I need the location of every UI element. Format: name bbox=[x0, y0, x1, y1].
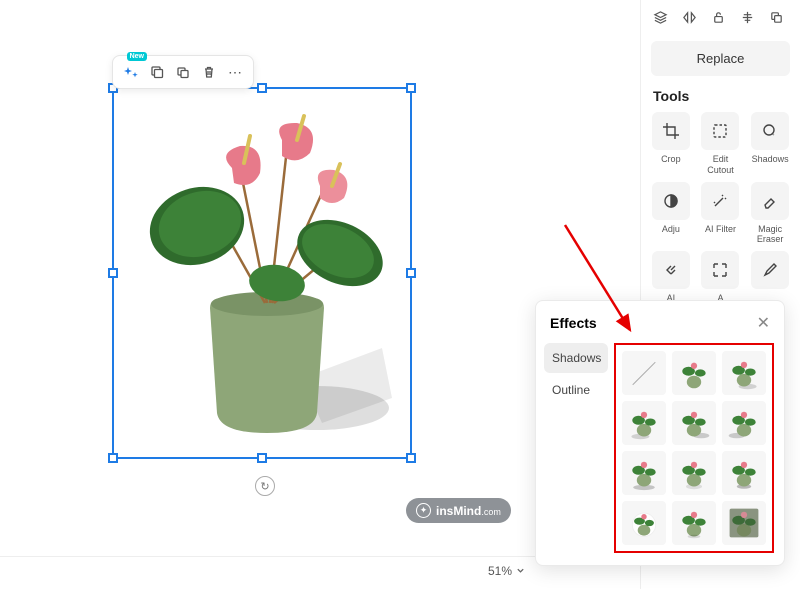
tab-shadows[interactable]: Shadows bbox=[544, 343, 608, 373]
effect-thumb[interactable] bbox=[722, 501, 766, 545]
resize-handle-t[interactable] bbox=[257, 83, 267, 93]
effect-thumb[interactable] bbox=[672, 501, 716, 545]
effect-thumb[interactable] bbox=[622, 501, 666, 545]
resize-handle-l[interactable] bbox=[108, 268, 118, 278]
layers-icon[interactable] bbox=[653, 10, 668, 29]
tool-label: Magic Eraser bbox=[757, 224, 784, 246]
zoom-value: 51% bbox=[488, 564, 512, 578]
tool-label: Edit Cutout bbox=[707, 154, 734, 176]
effect-thumb[interactable] bbox=[722, 451, 766, 495]
resize-handle-tr[interactable] bbox=[406, 83, 416, 93]
tool-edit-cutout[interactable]: Edit Cutout bbox=[699, 112, 743, 176]
tool-adjust[interactable]: Adju bbox=[649, 182, 693, 246]
cutout-icon bbox=[711, 122, 729, 140]
tool-label: Shadows bbox=[752, 154, 789, 165]
zoom-bar: 51% bbox=[0, 556, 535, 584]
duplicate-icon[interactable] bbox=[769, 10, 784, 29]
enhance-icon bbox=[662, 261, 680, 279]
tool-shadows[interactable]: Shadows bbox=[748, 112, 792, 176]
plant-image[interactable] bbox=[114, 89, 410, 457]
wand-icon bbox=[711, 192, 729, 210]
lock-icon[interactable] bbox=[711, 10, 726, 29]
resize-handle-br[interactable] bbox=[406, 453, 416, 463]
floating-toolbar: New ⋯ bbox=[112, 55, 254, 89]
effect-thumb[interactable] bbox=[622, 451, 666, 495]
replace-button[interactable]: Replace bbox=[651, 41, 790, 76]
watermark: ✦ insMind.com bbox=[406, 498, 511, 523]
shadows-icon bbox=[761, 122, 779, 140]
effect-thumb[interactable] bbox=[672, 401, 716, 445]
rail-action-row bbox=[641, 10, 800, 41]
copy-button[interactable] bbox=[145, 60, 169, 84]
extend-icon bbox=[711, 261, 729, 279]
tool-label: Crop bbox=[661, 154, 681, 165]
chevron-down-icon bbox=[516, 566, 525, 575]
effects-grid bbox=[622, 351, 766, 545]
watermark-brand: insMind bbox=[436, 504, 481, 518]
tab-outline[interactable]: Outline bbox=[544, 375, 608, 405]
selection-box[interactable] bbox=[112, 87, 412, 459]
delete-button[interactable] bbox=[197, 60, 221, 84]
align-icon[interactable] bbox=[740, 10, 755, 29]
layer-button[interactable] bbox=[171, 60, 195, 84]
eraser-icon bbox=[761, 192, 779, 210]
tool-label: AI Filter bbox=[705, 224, 736, 235]
adjust-icon bbox=[662, 192, 680, 210]
plant-svg bbox=[122, 98, 402, 448]
new-badge: New bbox=[127, 52, 147, 61]
effect-thumb[interactable] bbox=[672, 451, 716, 495]
flip-icon[interactable] bbox=[682, 10, 697, 29]
ai-tool-button[interactable]: New bbox=[119, 60, 143, 84]
resize-handle-bl[interactable] bbox=[108, 453, 118, 463]
effect-thumb[interactable] bbox=[622, 401, 666, 445]
tool-crop[interactable]: Crop bbox=[649, 112, 693, 176]
tool-magic-eraser[interactable]: Magic Eraser bbox=[748, 182, 792, 246]
zoom-dropdown[interactable]: 51% bbox=[488, 564, 525, 578]
more-button[interactable]: ⋯ bbox=[223, 60, 247, 84]
watermark-icon: ✦ bbox=[416, 503, 431, 518]
effects-grid-highlight bbox=[614, 343, 774, 553]
tools-title: Tools bbox=[641, 88, 800, 112]
close-icon[interactable]: ✕ bbox=[757, 313, 770, 333]
watermark-suffix: .com bbox=[481, 507, 501, 517]
effect-none[interactable] bbox=[622, 351, 666, 395]
effects-tabs: Shadows Outline bbox=[536, 343, 608, 553]
tool-label: Adju bbox=[662, 224, 680, 235]
crop-icon bbox=[662, 122, 680, 140]
effect-thumb[interactable] bbox=[722, 401, 766, 445]
canvas-area[interactable]: ↻ New ⋯ ✦ insMind.com bbox=[0, 0, 535, 555]
effects-panel: Effects ✕ Shadows Outline bbox=[535, 300, 785, 566]
resize-handle-r[interactable] bbox=[406, 268, 416, 278]
effect-thumb[interactable] bbox=[672, 351, 716, 395]
tool-ai-filter[interactable]: AI Filter bbox=[699, 182, 743, 246]
resize-handle-b[interactable] bbox=[257, 453, 267, 463]
effects-title: Effects bbox=[550, 315, 597, 331]
rotate-handle[interactable]: ↻ bbox=[255, 476, 275, 496]
effect-thumb[interactable] bbox=[722, 351, 766, 395]
brush-icon bbox=[761, 261, 779, 279]
